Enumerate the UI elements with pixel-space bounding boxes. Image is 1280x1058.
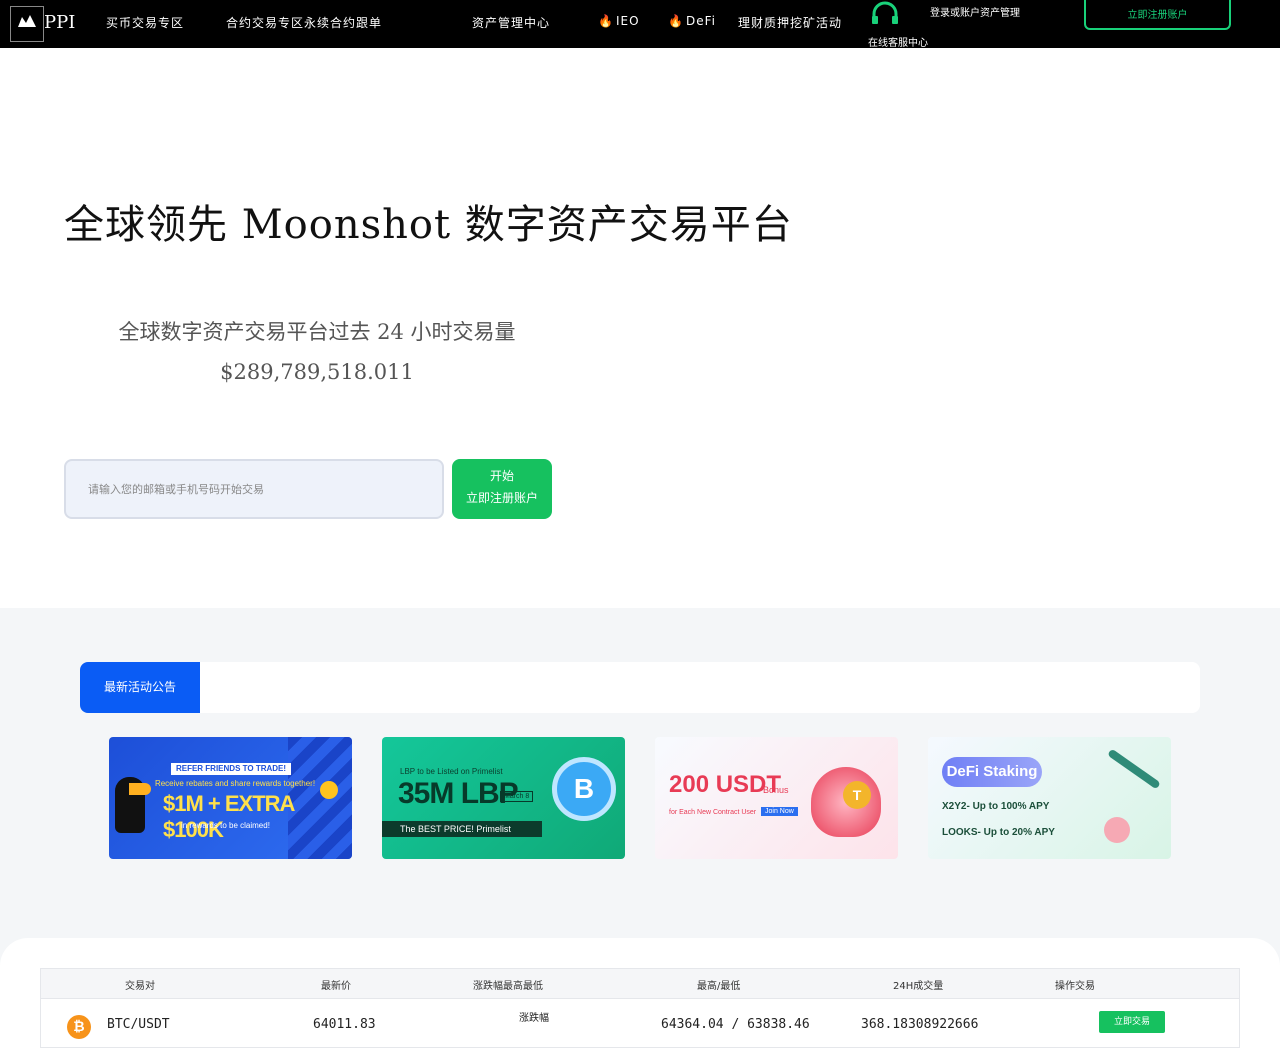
row-high-low: 64364.04 / 63838.46 bbox=[661, 1017, 810, 1032]
banner-note: in rewards to be claimed! bbox=[181, 821, 270, 830]
table-header: 交易对 最新价 涨跌幅最高最低 最高/最低 24H成交量 操作交易 bbox=[41, 969, 1239, 999]
nav-assets[interactable]: 资产管理中心 bbox=[472, 14, 550, 31]
nav-staking[interactable]: 理财质押挖矿活动 bbox=[738, 14, 842, 31]
login-link[interactable]: 登录或账户资产管理 bbox=[930, 4, 1020, 19]
banner-headline: REFER FRIENDS TO TRADE! bbox=[171, 763, 291, 775]
banner-strip: The BEST PRICE! Primelist bbox=[382, 821, 542, 837]
email-input[interactable] bbox=[64, 459, 444, 519]
fire-icon: 🔥 bbox=[598, 14, 614, 28]
top-navbar: PPI 买币交易专区 合约交易专区永续合约跟单 资产管理中心 🔥 IEO 🔥 DeF… bbox=[0, 0, 1280, 49]
start-button-line2: 立即注册账户 bbox=[465, 491, 538, 505]
col-last-price[interactable]: 最新价 bbox=[321, 977, 351, 992]
logo-icon bbox=[18, 15, 36, 27]
headset-icon[interactable] bbox=[870, 0, 900, 28]
col-action: 操作交易 bbox=[1055, 981, 1095, 992]
row-change: 涨跌幅 bbox=[519, 1013, 549, 1024]
coin-icon bbox=[1104, 817, 1130, 843]
row-pair: BTC/USDT bbox=[107, 1017, 170, 1032]
banner-amount: $1M + EXTRA $100K bbox=[163, 791, 295, 842]
hero-volume: 全球数字资产交易平台过去 24 小时交易量 $289,789,518.011 bbox=[112, 312, 522, 392]
banner-lbp-listing[interactable]: LBP to be Listed on Primelist 35M LBP Ma… bbox=[382, 737, 625, 859]
banner-subline: Receive rebates and share rewards togeth… bbox=[154, 779, 316, 788]
col-change[interactable]: 涨跌幅最高最低 bbox=[473, 977, 543, 992]
start-button-line1: 开始 bbox=[489, 469, 514, 483]
nav-defi[interactable]: 🔥 DeFi bbox=[668, 14, 716, 28]
banner-subline: LBP to be Listed on Primelist bbox=[400, 767, 503, 776]
banner-line-2: LOOKS- Up to 20% APY bbox=[942, 827, 1055, 838]
col-volume[interactable]: 24H成交量 bbox=[893, 977, 943, 992]
lbp-token-icon: B bbox=[552, 757, 616, 821]
bitcoin-icon: ₿ bbox=[67, 1015, 91, 1039]
tab-latest-activities[interactable]: 最新活动公告 bbox=[80, 662, 200, 713]
banner-date: March 8 bbox=[500, 791, 534, 802]
row-last-price: 64011.83 bbox=[313, 1017, 376, 1032]
row-volume: 368.18308922666 bbox=[861, 1017, 979, 1032]
nav-defi-label: DeFi bbox=[685, 14, 716, 28]
nav-contract-trading[interactable]: 合约交易专区永续合约跟单 bbox=[226, 14, 382, 31]
hero-volume-amount: $289,789,518.011 bbox=[220, 360, 414, 384]
usdt-coin-icon: T bbox=[843, 781, 871, 809]
banner-bonus: Bonus bbox=[763, 785, 789, 795]
hero-title: 全球领先 Moonshot 数字资产交易平台 bbox=[64, 202, 793, 248]
fire-icon: 🔥 bbox=[668, 14, 684, 28]
col-high-low[interactable]: 最高/最低 bbox=[697, 977, 740, 992]
logo[interactable] bbox=[10, 6, 44, 42]
col-pair[interactable]: 交易对 bbox=[125, 977, 155, 992]
promo-tabbar: 最新活动公告 bbox=[80, 662, 1200, 713]
support-label[interactable]: 在线客服中心 bbox=[868, 34, 928, 49]
nav-ieo-label: IEO bbox=[615, 14, 640, 28]
banner-usdt-bonus[interactable]: T 200 USDT Bonus for Each New Contract U… bbox=[655, 737, 898, 859]
banner-note: for Each New Contract User bbox=[669, 809, 757, 816]
start-button[interactable]: 开始 立即注册账户 bbox=[452, 459, 552, 519]
nav-ieo[interactable]: 🔥 IEO bbox=[598, 14, 640, 28]
hero-subtitle: 全球数字资产交易平台过去 24 小时交易量 bbox=[118, 320, 516, 344]
banner-defi-staking[interactable]: DeFi Staking X2Y2- Up to 100% APY LOOKS-… bbox=[928, 737, 1171, 859]
market-table: 交易对 最新价 涨跌幅最高最低 最高/最低 24H成交量 操作交易 ₿ BTC/… bbox=[40, 968, 1240, 1048]
pickaxe-icon bbox=[1107, 748, 1161, 790]
banner-line-1: X2Y2- Up to 100% APY bbox=[942, 801, 1050, 812]
nav-buy-crypto[interactable]: 买币交易专区 bbox=[106, 14, 184, 31]
trade-button[interactable]: 立即交易 bbox=[1099, 1011, 1165, 1033]
banner-title: DeFi Staking bbox=[942, 757, 1042, 787]
join-now-button[interactable]: Join Now bbox=[761, 807, 798, 816]
brand-name[interactable]: PPI bbox=[44, 12, 75, 33]
banner-refer-friends[interactable]: REFER FRIENDS TO TRADE! Receive rebates … bbox=[109, 737, 352, 859]
register-button[interactable]: 立即注册账户 bbox=[1084, 0, 1231, 30]
